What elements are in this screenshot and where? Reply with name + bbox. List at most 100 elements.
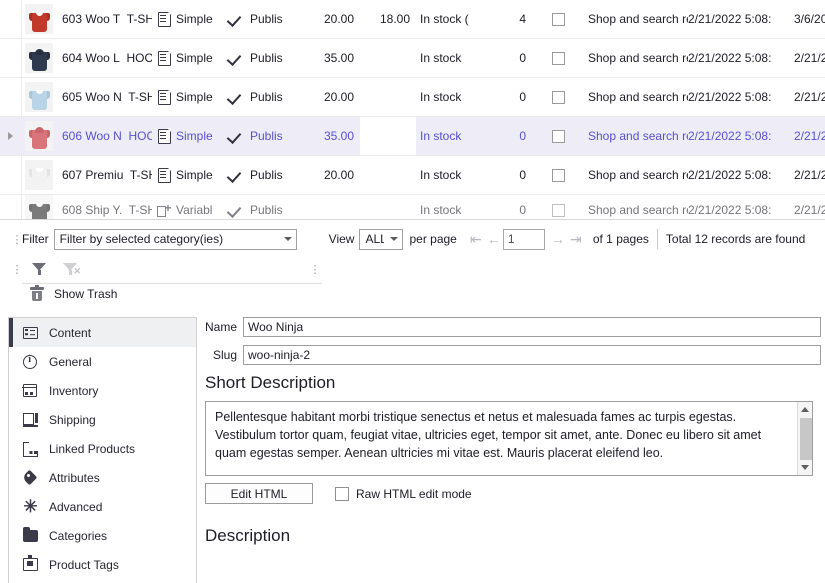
table-row[interactable]: 605 Woo N T-SHI Simple Publis 20.00 In stock… xyxy=(0,78,825,117)
sidebar-item-attributes[interactable]: Attributes xyxy=(9,463,196,492)
short-description-textarea[interactable]: Pellentesque habitant morbi tristique se… xyxy=(205,401,813,476)
filter-label: Filter xyxy=(22,232,49,246)
table-row[interactable]: 607 Premiu T-SHI Simple Publis 20.00 In stoc… xyxy=(0,156,825,195)
cell-featured[interactable] xyxy=(536,117,580,155)
check-icon xyxy=(229,130,244,142)
cell-name: 608 Ship Y. T-SHI xyxy=(62,203,152,217)
cell-status: Publis xyxy=(250,51,283,65)
scroll-up-icon[interactable] xyxy=(801,407,809,412)
cell-price[interactable]: 35.00 xyxy=(298,117,360,155)
description-heading: Description xyxy=(205,526,291,545)
row-expander[interactable] xyxy=(0,0,22,38)
sidebar-item-linked-products[interactable]: Linked Products xyxy=(9,434,196,463)
featured-checkbox[interactable] xyxy=(551,90,565,104)
toolbar-drag-handle[interactable]: ⋮ xyxy=(12,233,23,246)
row-expander[interactable] xyxy=(0,156,22,194)
shipping-icon xyxy=(23,413,49,427)
show-trash-button[interactable]: Show Trash xyxy=(30,285,117,301)
sidebar-item-advanced[interactable]: ✳ Advanced xyxy=(9,492,196,521)
next-page-button[interactable]: → xyxy=(549,231,567,247)
sidebar-item-product-tags[interactable]: Product Tags xyxy=(9,550,196,579)
page-number-input[interactable]: 1 xyxy=(502,228,545,250)
row-expander[interactable] xyxy=(0,78,22,116)
cell-type-icon: + xyxy=(152,195,176,219)
slug-input[interactable]: woo-ninja-2 xyxy=(243,345,821,365)
featured-checkbox[interactable] xyxy=(551,51,565,65)
first-page-button[interactable]: ⇤ xyxy=(467,231,485,248)
sidebar-item-inventory[interactable]: Inventory xyxy=(9,376,196,405)
filter-toolbar-drag-handle[interactable]: ⋮ xyxy=(12,263,23,276)
cell-sale-price[interactable] xyxy=(360,156,416,194)
row-expander[interactable] xyxy=(0,195,22,219)
name-input[interactable]: Woo Ninja xyxy=(243,317,821,337)
cell-featured[interactable] xyxy=(536,78,580,116)
row-expander[interactable] xyxy=(0,117,22,155)
cell-sale-price[interactable] xyxy=(360,39,416,77)
panel-drag-handle[interactable]: ⋮ xyxy=(310,263,321,276)
cell-sale-price[interactable] xyxy=(360,117,416,155)
cell-name: 607 Premiu T-SHI xyxy=(62,168,152,182)
raw-html-edit-mode-checkbox[interactable] xyxy=(335,486,349,501)
table-row[interactable]: 606 Woo N HOO Simple Publis 35.00 In stock 0 S… xyxy=(0,117,825,156)
cell-type: Simple xyxy=(176,129,213,143)
page-count-label: of 1 pages xyxy=(592,232,649,246)
row-expander[interactable] xyxy=(0,39,22,77)
cell-date-created: 2/21/2022 5:08: xyxy=(688,51,772,65)
product-thumbnail xyxy=(25,160,53,190)
cell-thumbnail xyxy=(22,39,56,77)
scroll-down-icon[interactable] xyxy=(801,465,809,470)
per-page-value: ALL xyxy=(365,232,385,246)
edit-html-button[interactable]: Edit HTML xyxy=(205,483,313,504)
cell-thumbnail xyxy=(22,117,56,155)
cell-status-icon xyxy=(222,78,250,116)
cell-sale-price[interactable] xyxy=(360,195,416,219)
cell-sale-price[interactable]: 18.00 xyxy=(360,0,416,38)
cell-stock-status: In stock ( xyxy=(420,12,469,26)
cell-featured[interactable] xyxy=(536,195,580,219)
previous-page-button[interactable]: ← xyxy=(485,231,503,247)
scrollbar-thumb[interactable] xyxy=(799,418,812,460)
products-grid[interactable]: 603 Woo T T-SHI Simple Publis 20.00 18.00 In … xyxy=(0,0,825,219)
cell-name: 606 Woo N HOO xyxy=(62,129,152,143)
cell-price[interactable]: 20.00 xyxy=(298,0,360,38)
table-row[interactable]: 604 Woo L HOO Simple Publis 35.00 In stock 0 S… xyxy=(0,39,825,78)
raw-html-edit-mode-label: Raw HTML edit mode xyxy=(356,486,472,501)
cell-sale-price[interactable] xyxy=(360,78,416,116)
last-page-button[interactable]: ⇥ xyxy=(567,231,585,248)
cell-price[interactable]: 20.00 xyxy=(298,156,360,194)
featured-checkbox[interactable] xyxy=(551,12,565,26)
cell-featured[interactable] xyxy=(536,156,580,194)
cell-featured[interactable] xyxy=(536,39,580,77)
cell-quantity: 0 xyxy=(519,90,526,104)
sidebar-item-content[interactable]: Content xyxy=(9,318,196,347)
cell-catalog-visibility: Shop and search re xyxy=(588,90,688,104)
cell-thumbnail xyxy=(22,195,56,219)
per-page-dropdown[interactable]: ALL xyxy=(359,228,404,250)
cell-price[interactable] xyxy=(298,195,360,219)
folder-icon xyxy=(23,527,49,542)
chevron-down-icon xyxy=(283,237,292,241)
sidebar-item-general[interactable]: General xyxy=(9,347,196,376)
funnel-icon[interactable] xyxy=(32,262,47,276)
cell-quantity: 4 xyxy=(519,12,526,26)
short-description-scrollbar[interactable] xyxy=(797,402,812,475)
cell-price[interactable]: 35.00 xyxy=(298,39,360,77)
table-row[interactable]: 608 Ship Y. T-SHI + Variabl Publis In stock 0… xyxy=(0,195,825,219)
funnel-clear-icon[interactable]: ✕ xyxy=(63,262,81,276)
featured-checkbox[interactable] xyxy=(551,168,565,182)
cell-featured[interactable] xyxy=(536,0,580,38)
sidebar-item-shipping[interactable]: Shipping xyxy=(9,405,196,434)
cell-type-icon xyxy=(152,117,176,155)
cell-stock-status: In stock xyxy=(420,51,462,65)
cell-price[interactable]: 20.00 xyxy=(298,78,360,116)
cell-quantity: 0 xyxy=(519,129,526,143)
featured-checkbox[interactable] xyxy=(551,203,565,217)
featured-checkbox[interactable] xyxy=(551,129,565,143)
category-filter-dropdown[interactable]: Filter by selected category(ies) xyxy=(53,228,297,250)
check-icon xyxy=(229,204,244,216)
sidebar-item-categories[interactable]: Categories xyxy=(9,521,196,550)
cell-type: Simple xyxy=(176,12,213,26)
cell-type: Simple xyxy=(176,51,213,65)
table-row[interactable]: 603 Woo T T-SHI Simple Publis 20.00 18.00 In … xyxy=(0,0,825,39)
content-icon xyxy=(23,326,49,339)
